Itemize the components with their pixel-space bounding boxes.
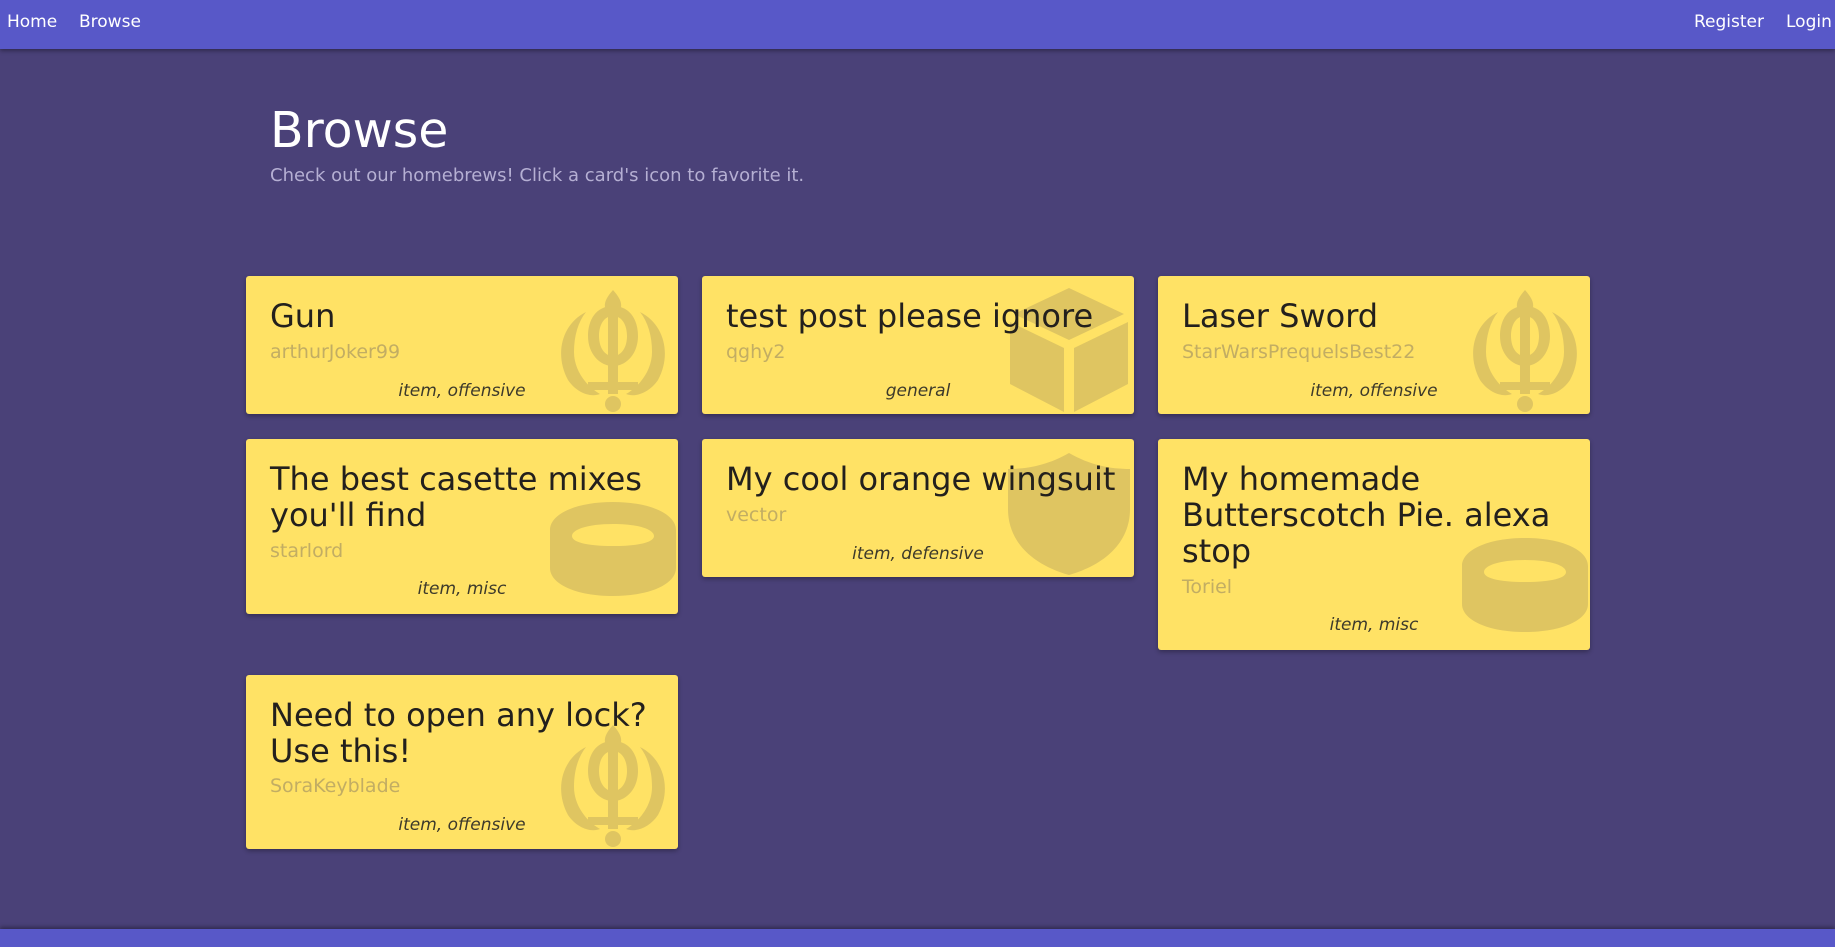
card-tags: item, misc <box>417 579 507 599</box>
nav-home-link[interactable]: Home <box>7 11 57 33</box>
card-tags: item, offensive <box>1310 381 1438 401</box>
page-title: Browse <box>270 102 449 159</box>
card-title: test post please ignore <box>726 297 1094 335</box>
homebrew-card: The best casette mixes you'll find starl… <box>246 439 678 614</box>
footer-bar <box>0 929 1835 947</box>
card-title: My homemade Butterscotch Pie. alexa stop <box>1182 460 1551 570</box>
card-title: Gun <box>270 297 336 335</box>
card-author: vector <box>726 504 787 526</box>
card-title: The best casette mixes you'll find <box>270 460 642 534</box>
card-author: qghy2 <box>726 341 786 363</box>
card-title: My cool orange wingsuit <box>726 460 1116 498</box>
homebrew-card: test post please ignore qghy2 general <box>702 276 1134 414</box>
card-author: arthurJoker99 <box>270 341 401 363</box>
nav-login-link[interactable]: Login <box>1786 11 1832 33</box>
nav-browse-link[interactable]: Browse <box>79 11 141 33</box>
card-author: starlord <box>270 540 344 562</box>
homebrew-card: My cool orange wingsuit vector item, def… <box>702 439 1134 577</box>
card-title: Need to open any lock? Use this! <box>270 696 647 770</box>
card-author: SoraKeyblade <box>270 775 401 797</box>
nav-register-link[interactable]: Register <box>1694 11 1764 33</box>
card-tags: item, offensive <box>398 381 526 401</box>
card-title: Laser Sword <box>1182 297 1379 335</box>
homebrew-card: Need to open any lock? Use this! SoraKey… <box>246 675 678 849</box>
card-tags: item, misc <box>1329 615 1419 635</box>
card-tags: general <box>885 381 951 401</box>
card-author: StarWarsPrequelsBest22 <box>1182 341 1416 363</box>
homebrew-card: My homemade Butterscotch Pie. alexa stop… <box>1158 439 1590 650</box>
top-navbar: Home Browse Register Login <box>0 0 1835 49</box>
homebrew-card: Gun arthurJoker99 item, offensive <box>246 276 678 414</box>
page-subtitle: Check out our homebrews! Click a card's … <box>270 165 805 186</box>
card-tags: item, offensive <box>398 815 526 835</box>
card-author: Toriel <box>1182 576 1233 598</box>
card-tags: item, defensive <box>852 544 984 564</box>
homebrew-card: Laser Sword StarWarsPrequelsBest22 item,… <box>1158 276 1590 414</box>
